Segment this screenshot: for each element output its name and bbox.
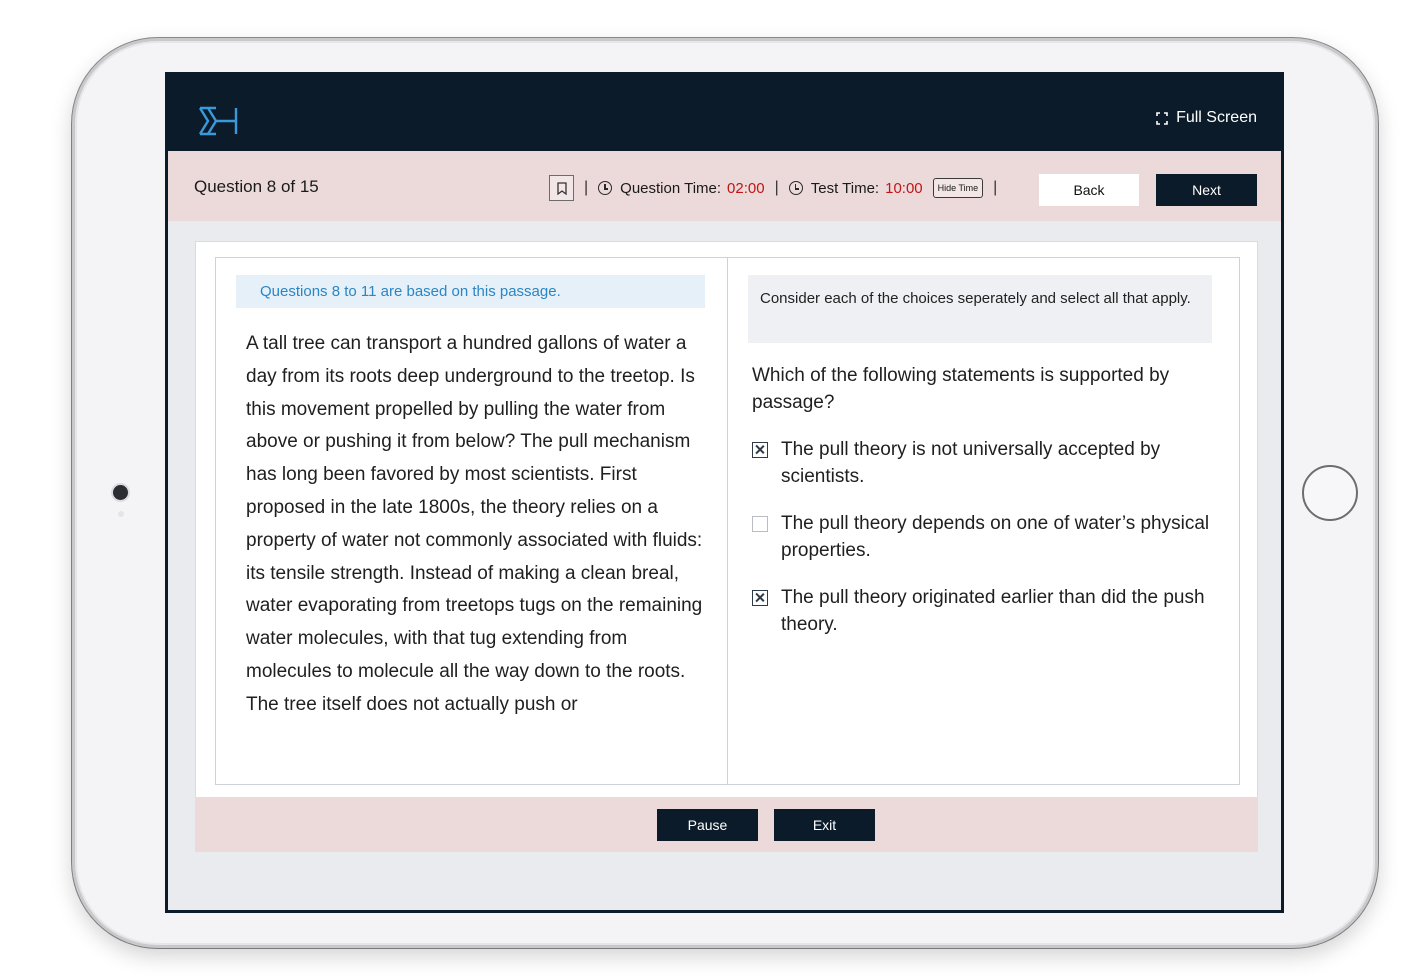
- question-time-label: Question Time:: [620, 179, 722, 197]
- next-button[interactable]: Next: [1156, 174, 1257, 206]
- app-screen: Full Screen Question 8 of 15 | Question …: [165, 72, 1284, 913]
- panel-divider: [727, 258, 728, 784]
- answer-choice[interactable]: The pull theory originated earlier than …: [752, 584, 1212, 638]
- expand-icon: [1156, 111, 1168, 125]
- question-time-value: 02:00: [727, 179, 765, 197]
- test-time-value: 10:00: [885, 179, 923, 197]
- back-button[interactable]: Back: [1039, 174, 1139, 206]
- passage-text[interactable]: A tall tree can transport a hundred gall…: [246, 328, 706, 764]
- test-time-label: Test Time:: [810, 179, 880, 197]
- bookmark-icon: [556, 181, 567, 195]
- pause-button[interactable]: Pause: [657, 809, 758, 841]
- exit-button[interactable]: Exit: [774, 809, 875, 841]
- home-button[interactable]: [1302, 465, 1358, 521]
- footer-bar: Pause Exit: [195, 797, 1258, 852]
- passage-header: Questions 8 to 11 are based on this pass…: [236, 275, 705, 308]
- clock-icon: [598, 181, 613, 195]
- separator: |: [993, 179, 998, 196]
- question-card: Questions 8 to 11 are based on this pass…: [195, 241, 1258, 801]
- timer-group: | Question Time: 02:00 | Test Time: 10:0…: [549, 175, 1007, 201]
- choice-text: The pull theory originated earlier than …: [781, 587, 1205, 635]
- brand-chevrons-icon: [198, 106, 238, 136]
- camera-icon: [113, 485, 128, 500]
- checkbox-checked[interactable]: [752, 590, 768, 606]
- choice-text: The pull theory depends on one of water’…: [781, 513, 1210, 561]
- choice-text: The pull theory is not universally accep…: [781, 439, 1161, 487]
- checkbox-checked[interactable]: [752, 442, 768, 458]
- hide-time-button[interactable]: Hide Time: [932, 178, 984, 198]
- answer-choice[interactable]: The pull theory is not universally accep…: [752, 436, 1212, 490]
- separator: |: [584, 179, 589, 196]
- question-counter: Question 8 of 15: [194, 177, 319, 196]
- clock-icon: [788, 181, 803, 195]
- bookmark-button[interactable]: [549, 175, 574, 201]
- fullscreen-button[interactable]: Full Screen: [1156, 109, 1257, 127]
- fullscreen-label: Full Screen: [1176, 109, 1257, 126]
- top-navbar: Full Screen: [168, 75, 1281, 151]
- checkbox-unchecked[interactable]: [752, 516, 768, 532]
- instruction-box: Consider each of the choices seperately …: [748, 275, 1212, 343]
- answer-choice[interactable]: The pull theory depends on one of water’…: [752, 510, 1212, 564]
- question-toolbar: Question 8 of 15 | Question Time: 02:00 …: [168, 151, 1281, 221]
- separator: |: [774, 179, 779, 196]
- question-prompt: Which of the following statements is sup…: [752, 365, 1170, 413]
- split-panel: Questions 8 to 11 are based on this pass…: [215, 257, 1240, 785]
- sensor-dot: [118, 511, 124, 517]
